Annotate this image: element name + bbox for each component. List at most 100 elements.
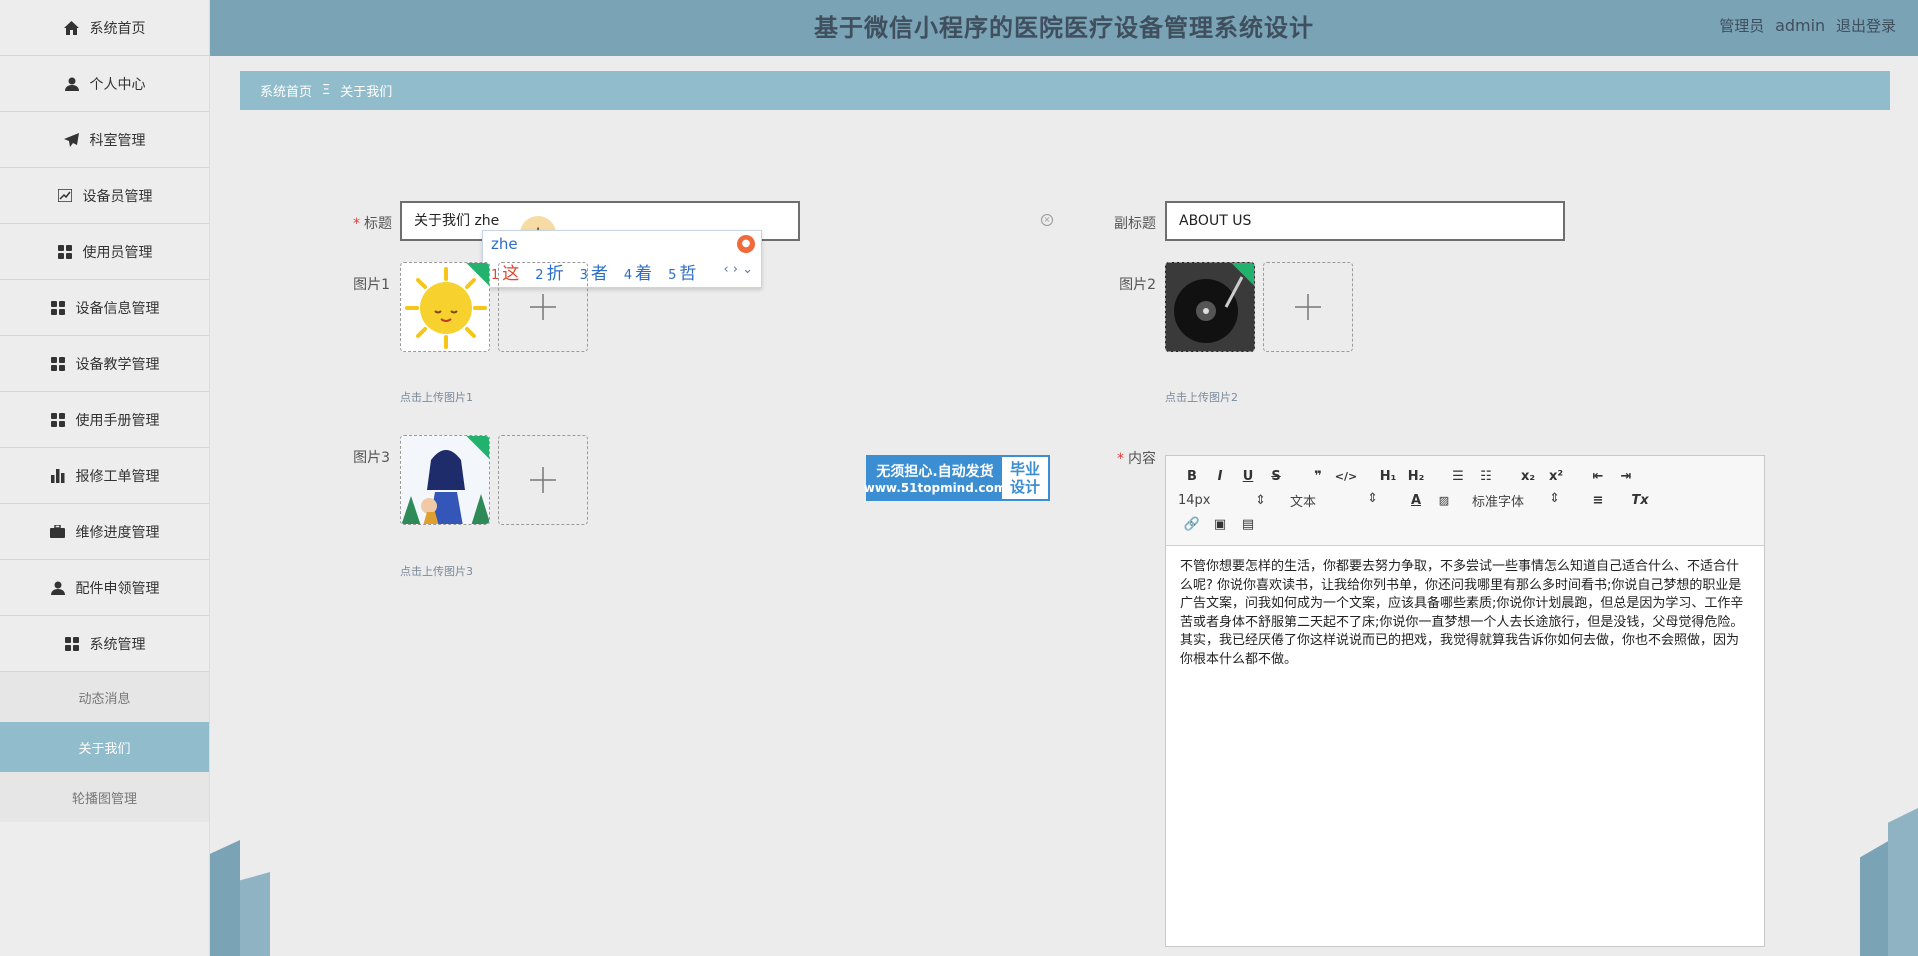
sidebar-item-home[interactable]: 系统首页 — [0, 0, 209, 56]
link-icon[interactable]: 🔗 — [1178, 517, 1206, 532]
chart-icon — [57, 188, 73, 204]
breadcrumb-home[interactable]: 系统首页 — [260, 81, 312, 100]
required-mark: * — [353, 216, 360, 232]
ime-logo-icon: ● — [737, 235, 755, 253]
logout-link[interactable]: 退出登录 — [1836, 17, 1896, 35]
sidebar-subitem-carousel[interactable]: 轮播图管理 — [0, 772, 209, 822]
ime-candidate[interactable]: 5哲 — [668, 259, 696, 284]
font-family-select[interactable]: 标准字体 ⇕ — [1472, 491, 1560, 510]
heading1-icon[interactable]: H₁ — [1374, 469, 1402, 484]
clear-icon[interactable]: × — [1041, 214, 1053, 226]
font-color-icon[interactable]: A — [1402, 493, 1430, 508]
decor-shape — [240, 872, 270, 956]
italic-icon[interactable]: I — [1206, 469, 1234, 484]
image-icon[interactable]: ▣ — [1206, 517, 1234, 532]
sidebar: 系统首页 个人中心 科室管理 设备员管理 使用员管理 设备信息管理 设备教学管理… — [0, 0, 210, 956]
sidebar-item-label: 设备信息管理 — [75, 300, 160, 317]
sidebar-item-device-info[interactable]: 设备信息管理 — [0, 280, 209, 336]
grid-icon — [57, 244, 73, 260]
block-type-select[interactable]: 文本 ⇕ — [1290, 491, 1378, 510]
title-label: * 标题 — [353, 216, 392, 232]
sidebar-item-device-teaching[interactable]: 设备教学管理 — [0, 336, 209, 392]
home-icon — [64, 20, 80, 36]
app-title: 基于微信小程序的医院医疗设备管理系统设计 — [814, 14, 1314, 42]
pic3-add-button[interactable] — [498, 435, 588, 525]
strikethrough-icon[interactable]: S — [1262, 469, 1290, 484]
outdent-icon[interactable]: ⇤ — [1584, 469, 1612, 484]
username: admin — [1775, 16, 1826, 35]
pic2-add-button[interactable] — [1263, 262, 1353, 352]
sidebar-subitem-news[interactable]: 动态消息 — [0, 672, 209, 722]
required-mark: * — [1117, 451, 1124, 467]
illustration-image — [401, 436, 489, 524]
bold-icon[interactable]: B — [1178, 469, 1206, 484]
sidebar-item-device-staff[interactable]: 设备员管理 — [0, 168, 209, 224]
clear-format-icon[interactable]: Tx — [1626, 493, 1654, 508]
quote-icon[interactable]: ❞ — [1304, 469, 1332, 484]
subtitle-input[interactable]: ABOUT US — [1165, 201, 1565, 241]
subtitle-label: 副标题 — [1114, 216, 1156, 232]
sidebar-item-repair-order[interactable]: 报修工单管理 — [0, 448, 209, 504]
plus-icon — [530, 467, 556, 493]
rich-text-editor: B I U S ❞ </> H₁ H₂ ☰ ☷ x₂ x² ⇤ ⇥ 14px ⇕ … — [1165, 455, 1765, 947]
ordered-list-icon[interactable]: ☰ — [1444, 469, 1472, 484]
ime-page-arrows-icon[interactable]: ‹ › ⌄ — [723, 262, 753, 277]
sun-image — [405, 267, 487, 349]
heading2-icon[interactable]: H₂ — [1402, 469, 1430, 484]
code-icon[interactable]: </> — [1332, 470, 1360, 483]
sidebar-item-system[interactable]: 系统管理 — [0, 616, 209, 672]
sidebar-item-label: 设备员管理 — [82, 188, 153, 205]
ime-composition: zhe — [491, 235, 518, 253]
sidebar-item-label: 科室管理 — [89, 132, 146, 149]
sidebar-item-parts[interactable]: 配件申领管理 — [0, 560, 209, 616]
sidebar-item-label: 设备教学管理 — [75, 356, 160, 373]
ime-candidate[interactable]: 4着 — [624, 259, 652, 284]
sidebar-item-label: 个人中心 — [89, 76, 146, 93]
pic1-thumbnail[interactable] — [400, 262, 490, 352]
top-header: 基于微信小程序的医院医疗设备管理系统设计 管理员 admin 退出登录 — [210, 0, 1918, 56]
sidebar-subitem-about[interactable]: 关于我们 — [0, 722, 209, 772]
indent-icon[interactable]: ⇥ — [1612, 469, 1640, 484]
select-arrows-icon: ⇕ — [1367, 490, 1378, 506]
pic1-add-button[interactable] — [498, 262, 588, 352]
watermark-line2: www.51topmind.com — [863, 481, 1007, 495]
pic3-hint: 点击上传图片3 — [400, 565, 473, 578]
sidebar-item-repair-progress[interactable]: 维修进度管理 — [0, 504, 209, 560]
pic1-label: 图片1 — [353, 277, 390, 293]
editor-content[interactable]: 不管你想要怎样的生活，你都要去努力争取，不多尝试一些事情怎么知道自己适合什么、不… — [1166, 546, 1764, 681]
sidebar-item-label: 报修工单管理 — [75, 468, 160, 485]
pic3-label: 图片3 — [353, 450, 390, 466]
bar-chart-icon — [50, 468, 66, 484]
font-size-select[interactable]: 14px ⇕ — [1178, 493, 1266, 508]
watermark-line1: 无须担心.自动发货 — [876, 464, 994, 480]
sidebar-item-department[interactable]: 科室管理 — [0, 112, 209, 168]
align-icon[interactable]: ≡ — [1584, 493, 1612, 508]
content-label: * 内容 — [1117, 451, 1156, 467]
sidebar-item-label: 维修进度管理 — [75, 524, 160, 541]
sidebar-item-label: 系统管理 — [89, 636, 146, 653]
breadcrumb-separator: Ξ — [322, 83, 331, 98]
grid-icon — [50, 412, 66, 428]
sidebar-item-manual[interactable]: 使用手册管理 — [0, 392, 209, 448]
editor-toolbar: B I U S ❞ </> H₁ H₂ ☰ ☷ x₂ x² ⇤ ⇥ 14px ⇕ … — [1166, 456, 1764, 546]
user-icon — [50, 580, 66, 596]
grid-icon — [50, 356, 66, 372]
background-color-icon[interactable]: ▨ — [1430, 494, 1458, 507]
sidebar-item-profile[interactable]: 个人中心 — [0, 56, 209, 112]
video-icon[interactable]: ▤ — [1234, 517, 1262, 532]
sidebar-item-label: 使用员管理 — [82, 244, 153, 261]
pic1-hint: 点击上传图片1 — [400, 391, 473, 404]
sidebar-item-label: 配件申领管理 — [75, 580, 160, 597]
bullet-list-icon[interactable]: ☷ — [1472, 469, 1500, 484]
pic3-thumbnail[interactable] — [400, 435, 490, 525]
pic2-hint: 点击上传图片2 — [1165, 391, 1238, 404]
user-icon — [64, 76, 80, 92]
breadcrumb: 系统首页 Ξ 关于我们 — [240, 71, 1890, 110]
sidebar-item-user-staff[interactable]: 使用员管理 — [0, 224, 209, 280]
underline-icon[interactable]: U — [1234, 469, 1262, 484]
superscript-icon[interactable]: x² — [1542, 469, 1570, 484]
subscript-icon[interactable]: x₂ — [1514, 469, 1542, 484]
sidebar-item-label: 使用手册管理 — [75, 412, 160, 429]
user-role: 管理员 — [1719, 17, 1765, 35]
pic2-thumbnail[interactable] — [1165, 262, 1255, 352]
